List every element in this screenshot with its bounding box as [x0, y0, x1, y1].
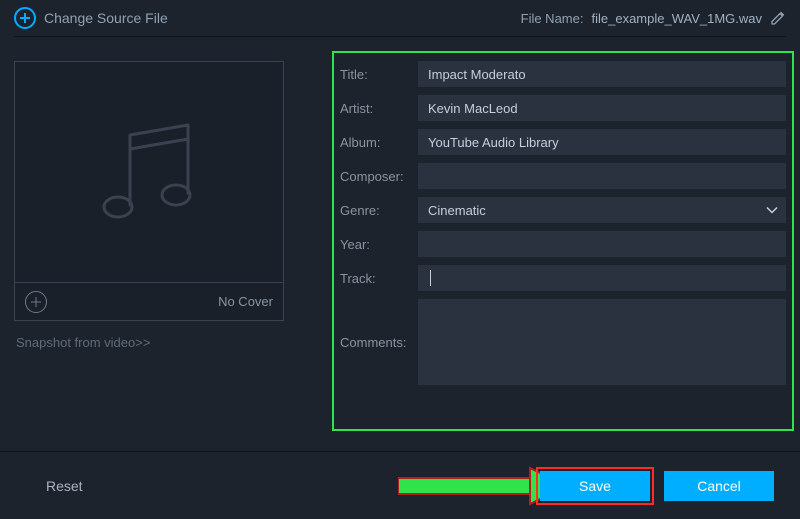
text-cursor-icon [430, 270, 431, 286]
track-label: Track: [340, 271, 418, 286]
year-input[interactable] [418, 231, 786, 257]
footer-bar: Reset Save Cancel [0, 451, 800, 519]
genre-label: Genre: [340, 203, 418, 218]
change-source-label: Change Source File [44, 10, 168, 26]
body: No Cover Snapshot from video>> Title: Ar… [0, 37, 800, 451]
composer-input[interactable] [418, 163, 786, 189]
title-label: Title: [340, 67, 418, 82]
cancel-button[interactable]: Cancel [664, 471, 774, 501]
album-label: Album: [340, 135, 418, 150]
metadata-form: Title: Artist: Album: Composer: Genre: Y… [340, 61, 786, 441]
artist-input[interactable] [418, 95, 786, 121]
composer-label: Composer: [340, 169, 418, 184]
year-label: Year: [340, 237, 418, 252]
reset-button[interactable]: Reset [46, 478, 83, 494]
file-name-block: File Name: file_example_WAV_1MG.wav [521, 10, 786, 26]
track-input[interactable] [418, 265, 786, 291]
file-name-value: file_example_WAV_1MG.wav [591, 11, 762, 26]
album-input[interactable] [418, 129, 786, 155]
header-bar: Change Source File File Name: file_examp… [0, 0, 800, 36]
metadata-editor-window: Change Source File File Name: file_examp… [0, 0, 800, 519]
edit-filename-button[interactable] [770, 10, 786, 26]
genre-select[interactable] [418, 197, 786, 223]
comments-label: Comments: [340, 335, 418, 350]
cover-column: No Cover Snapshot from video>> [14, 61, 292, 441]
music-note-icon [84, 107, 214, 237]
cover-art-placeholder [15, 62, 283, 282]
add-cover-button[interactable] [25, 291, 47, 313]
cover-footer: No Cover [15, 282, 283, 320]
file-name-label: File Name: [521, 11, 584, 26]
no-cover-label: No Cover [218, 294, 273, 309]
save-button[interactable]: Save [540, 471, 650, 501]
plus-circle-icon [14, 7, 36, 29]
artist-label: Artist: [340, 101, 418, 116]
change-source-button[interactable]: Change Source File [14, 7, 168, 29]
title-input[interactable] [418, 61, 786, 87]
snapshot-from-video-link[interactable]: Snapshot from video>> [14, 335, 292, 350]
cover-box: No Cover [14, 61, 284, 321]
comments-input[interactable] [418, 299, 786, 385]
